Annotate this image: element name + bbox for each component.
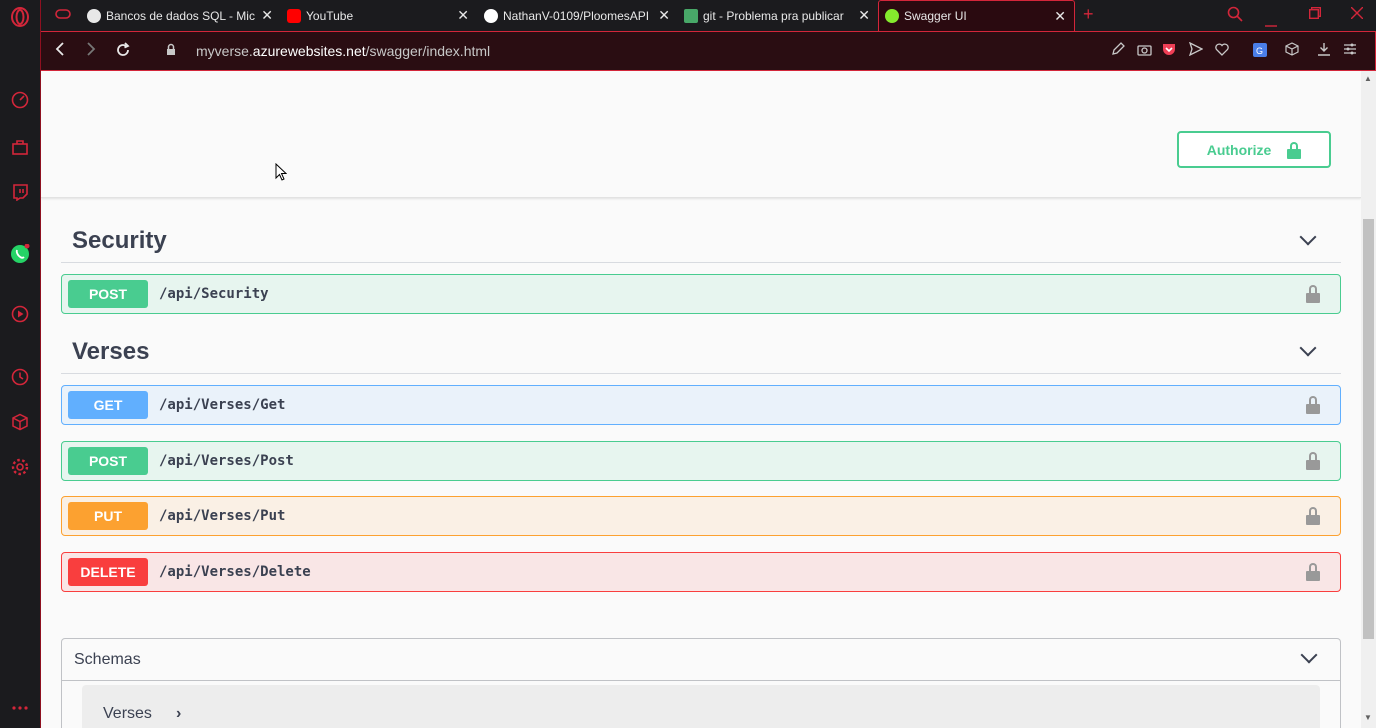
lock-icon[interactable]	[1306, 285, 1320, 303]
player-icon[interactable]	[10, 304, 30, 324]
lock-icon[interactable]	[1306, 452, 1320, 470]
pocket-icon[interactable]	[1160, 42, 1178, 62]
address-bar: myverse.azurewebsites.net/swagger/index.…	[41, 31, 1376, 71]
tag-section-verses: Verses GET /api/Verses/Get POST /api/Ver…	[61, 330, 1341, 592]
authorize-button[interactable]: Authorize	[1177, 131, 1331, 168]
youtube-icon	[287, 8, 301, 23]
chevron-right-icon[interactable]: ›	[176, 705, 181, 723]
svg-text:G: G	[1256, 46, 1263, 56]
page-scrollbar[interactable]: ▲ ▼	[1361, 71, 1376, 728]
padlock-icon[interactable]	[161, 42, 181, 62]
speed-dial-icon[interactable]	[10, 90, 30, 110]
easy-setup-icon[interactable]	[1341, 42, 1359, 62]
settings-gear-icon[interactable]	[10, 457, 30, 477]
swagger-icon	[885, 9, 899, 23]
back-icon[interactable]	[50, 42, 70, 62]
close-icon[interactable]: ✕	[457, 7, 469, 24]
minimize-icon[interactable]	[1265, 14, 1277, 31]
close-icon[interactable]: ✕	[1054, 8, 1066, 25]
close-icon[interactable]: ✕	[658, 7, 670, 24]
stackoverflow-icon	[684, 8, 698, 23]
operation-path: /api/Verses/Get	[159, 397, 286, 413]
chevron-down-icon[interactable]	[1301, 233, 1315, 247]
operation-path: /api/Verses/Delete	[159, 564, 311, 580]
lock-icon[interactable]	[1306, 507, 1320, 525]
cube-icon[interactable]	[1283, 42, 1301, 62]
url-path: /swagger/index.html	[365, 43, 491, 59]
tab-gaming[interactable]	[49, 0, 79, 31]
method-badge: PUT	[68, 502, 148, 530]
operation-put-verses[interactable]: PUT /api/Verses/Put	[61, 496, 1341, 536]
translate-icon[interactable]: G	[1251, 42, 1269, 62]
operation-get-verses[interactable]: GET /api/Verses/Get	[61, 385, 1341, 425]
extensions-cube-icon[interactable]	[10, 412, 30, 432]
tag-title: Verses	[72, 338, 150, 365]
schemas-title: Schemas	[74, 651, 141, 668]
scroll-up-icon[interactable]: ▲	[1364, 74, 1372, 83]
send-icon[interactable]	[1187, 41, 1205, 62]
mouse-cursor-icon	[275, 163, 287, 181]
tab-item[interactable]: YouTube ✕	[281, 0, 477, 31]
method-badge: GET	[68, 391, 148, 419]
new-tab-button[interactable]: +	[1083, 4, 1094, 25]
schema-name: Verses	[103, 705, 152, 722]
method-badge: DELETE	[68, 558, 148, 586]
globe-icon	[87, 8, 101, 23]
history-icon[interactable]	[10, 367, 30, 387]
schemas-section: Schemas Verses ›	[61, 638, 1341, 728]
lock-icon[interactable]	[1306, 563, 1320, 581]
gamepad-icon	[55, 8, 71, 23]
twitch-icon[interactable]	[10, 182, 30, 202]
search-tabs-icon[interactable]	[1227, 6, 1243, 26]
chevron-down-icon[interactable]	[1301, 344, 1315, 358]
heart-icon[interactable]	[1213, 42, 1231, 62]
tag-section-security: Security POST /api/Security	[61, 219, 1341, 314]
url-field[interactable]: myverse.azurewebsites.net/swagger/index.…	[196, 43, 490, 59]
opera-sidebar	[0, 0, 41, 728]
operation-post-verses[interactable]: POST /api/Verses/Post	[61, 441, 1341, 481]
opera-logo-icon[interactable]	[10, 7, 30, 27]
reload-icon[interactable]	[113, 42, 133, 62]
method-badge: POST	[68, 280, 148, 308]
lock-icon[interactable]	[1306, 396, 1320, 414]
swagger-page: Authorize Security POST /api/Security Ve…	[41, 71, 1361, 728]
tab-item[interactable]: Bancos de dados SQL - Mic ✕	[81, 0, 281, 31]
url-prefix: myverse.	[196, 43, 253, 59]
edit-icon[interactable]	[1109, 42, 1127, 62]
schemas-header[interactable]: Schemas	[62, 639, 1340, 681]
camera-icon[interactable]	[1135, 42, 1153, 62]
tab-item-active[interactable]: Swagger UI ✕	[878, 0, 1075, 31]
tab-strip: Bancos de dados SQL - Mic ✕ YouTube ✕ Na…	[41, 0, 1376, 31]
operation-path: /api/Security	[159, 286, 269, 302]
tag-header-security[interactable]: Security	[61, 219, 1341, 263]
restore-icon[interactable]	[1308, 6, 1321, 23]
unlocked-lock-icon	[1287, 141, 1302, 159]
close-window-icon[interactable]	[1350, 6, 1364, 23]
more-dots-icon[interactable]	[10, 698, 30, 718]
chevron-down-icon[interactable]	[1302, 651, 1316, 665]
download-icon[interactable]	[1315, 42, 1333, 62]
method-badge: POST	[68, 447, 148, 475]
url-host: azurewebsites.net	[252, 43, 366, 59]
forward-icon[interactable]	[81, 42, 101, 62]
operation-delete-verses[interactable]: DELETE /api/Verses/Delete	[61, 552, 1341, 592]
operation-post-security[interactable]: POST /api/Security	[61, 274, 1341, 314]
whatsapp-icon[interactable]	[10, 244, 30, 264]
operation-path: /api/Verses/Post	[159, 453, 294, 469]
tag-title: Security	[72, 227, 167, 254]
scrollbar-thumb[interactable]	[1363, 219, 1374, 639]
tab-item[interactable]: NathanV-0109/PloomesAPI ✕	[478, 0, 678, 31]
tag-header-verses[interactable]: Verses	[61, 330, 1341, 374]
scroll-down-icon[interactable]: ▼	[1364, 713, 1372, 722]
tab-item[interactable]: git - Problema pra publicar ✕	[678, 0, 878, 31]
github-icon	[484, 8, 498, 23]
shopping-bag-icon[interactable]	[10, 137, 30, 157]
close-icon[interactable]: ✕	[858, 7, 870, 24]
scheme-container: Authorize	[41, 71, 1361, 198]
authorize-label: Authorize	[1206, 141, 1272, 158]
close-icon[interactable]: ✕	[261, 7, 273, 24]
operation-path: /api/Verses/Put	[159, 508, 286, 524]
schema-item[interactable]: Verses ›	[82, 685, 1320, 728]
